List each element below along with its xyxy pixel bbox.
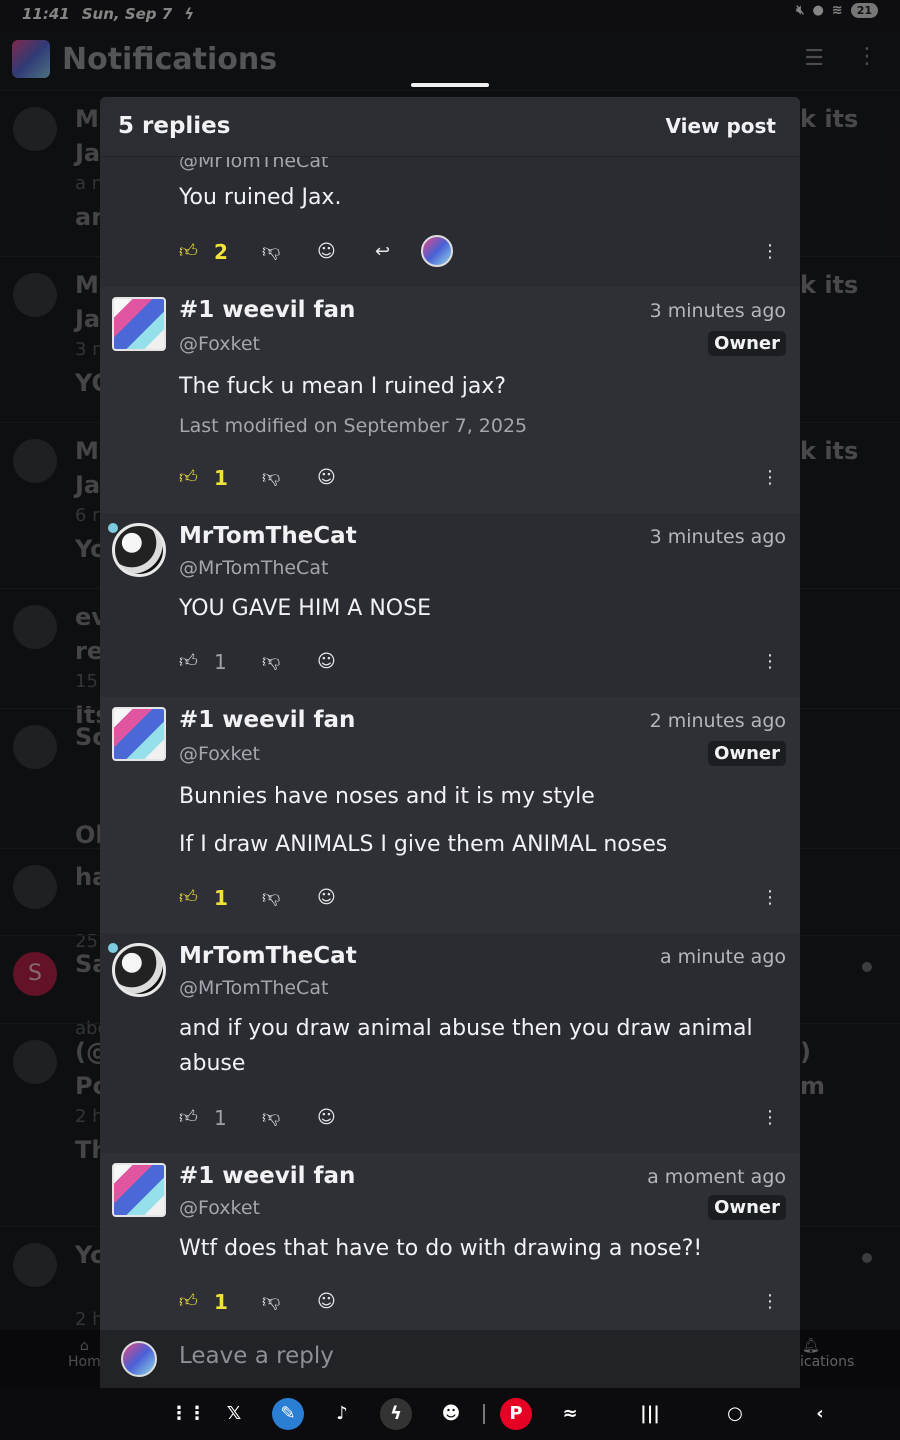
system-nav-bar: ⋮⋮ 𝕏 ✎ ♪ ϟ ☻ P ≈ ||| ○ ‹ xyxy=(0,1388,900,1440)
more-vertical-icon[interactable]: ⋮ xyxy=(761,883,779,913)
add-reaction-icon[interactable]: ☺ xyxy=(317,647,336,677)
like-count: 1 xyxy=(214,650,227,674)
recents-icon[interactable]: ||| xyxy=(634,1398,666,1430)
replies-count-title: 5 replies xyxy=(118,113,231,139)
like-count: 1 xyxy=(214,1290,228,1314)
sheet-drag-handle[interactable] xyxy=(411,83,489,87)
like-count: 1 xyxy=(214,1106,227,1130)
comment-body: If I draw ANIMALS I give them ANIMAL nos… xyxy=(179,832,668,857)
x-app-icon[interactable]: 𝕏 xyxy=(218,1398,250,1430)
view-post-button[interactable]: View post xyxy=(665,114,776,138)
flow-app-icon[interactable]: ≈ xyxy=(554,1398,586,1430)
dock-separator xyxy=(483,1404,485,1424)
more-vertical-icon[interactable]: ⋮ xyxy=(761,1287,779,1317)
more-vertical-icon[interactable]: ⋮ xyxy=(761,647,779,677)
owner-badge: Owner xyxy=(708,1195,786,1220)
last-modified-text: Last modified on September 7, 2025 xyxy=(179,415,528,437)
sheet-header: 5 replies View post xyxy=(100,97,800,157)
comment-time: a minute ago xyxy=(659,946,786,968)
back-icon[interactable]: ‹ xyxy=(804,1398,836,1430)
add-reaction-icon[interactable]: ☺ xyxy=(317,883,336,913)
thumbs-up-icon[interactable]: 👍︎ xyxy=(179,883,198,913)
comment: #1 weevil fan a moment ago @Foxket Owner… xyxy=(100,1153,800,1330)
comment-handle[interactable]: @MrTomTheCat xyxy=(179,157,328,172)
comment-author[interactable]: MrTomTheCat xyxy=(179,523,357,549)
comment-handle[interactable]: @Foxket xyxy=(179,1197,260,1219)
comment-time: 3 minutes ago xyxy=(649,300,786,322)
comment: #1 weevil fan 2 minutes ago @Foxket Owne… xyxy=(100,697,800,933)
avatar[interactable] xyxy=(112,707,166,761)
more-vertical-icon[interactable]: ⋮ xyxy=(761,463,779,493)
comment-actions: 👍︎ 2 👎︎ ☺ ↩ ⋮ xyxy=(179,235,789,267)
comment-handle[interactable]: @Foxket xyxy=(179,333,260,355)
thumbs-down-icon[interactable]: 👎︎ xyxy=(262,883,280,913)
my-avatar xyxy=(121,1341,157,1377)
owner-badge: Owner xyxy=(708,741,786,766)
comment-handle[interactable]: @Foxket xyxy=(179,743,260,765)
more-vertical-icon[interactable]: ⋮ xyxy=(761,237,779,267)
bolt-app-icon[interactable]: ϟ xyxy=(380,1398,412,1430)
comment-author[interactable]: #1 weevil fan xyxy=(179,707,355,733)
reactor-avatar[interactable] xyxy=(421,235,453,267)
avatar[interactable] xyxy=(112,297,166,351)
comment-actions: 👍︎ 1 👎︎ ☺ ⋮ xyxy=(179,883,789,913)
tiktok-app-icon[interactable]: ♪ xyxy=(326,1398,358,1430)
thumbs-down-icon[interactable]: 👎︎ xyxy=(262,1287,280,1317)
like-count: 2 xyxy=(214,240,228,264)
comment-body: Wtf does that have to do with drawing a … xyxy=(179,1236,703,1261)
comment-actions: 👍︎ 1 👎︎ ☺ ⋮ xyxy=(179,647,789,677)
comment-body: and if you draw animal abuse then you dr… xyxy=(179,1016,753,1076)
comment: #1 weevil fan 3 minutes ago @Foxket Owne… xyxy=(100,287,800,513)
comment-time: 2 minutes ago xyxy=(649,710,786,732)
thumbs-up-icon[interactable]: 👍︎ xyxy=(179,1287,198,1317)
more-vertical-icon[interactable]: ⋮ xyxy=(761,1103,779,1133)
home-button-icon[interactable]: ○ xyxy=(719,1398,751,1430)
add-reaction-icon[interactable]: ☺ xyxy=(317,1103,336,1133)
thumbs-down-icon[interactable]: 👎︎ xyxy=(262,1103,280,1133)
comment-author[interactable]: MrTomTheCat xyxy=(179,943,357,969)
thumbs-up-icon[interactable]: 👍︎ xyxy=(179,647,198,677)
pinterest-app-icon[interactable]: P xyxy=(500,1398,532,1430)
comment-actions: 👍︎ 1 👎︎ ☺ ⋮ xyxy=(179,1103,789,1133)
comment-author[interactable]: #1 weevil fan xyxy=(179,1163,355,1189)
ibis-paint-app-icon[interactable]: ✎ xyxy=(272,1398,304,1430)
thumbs-up-icon[interactable]: 👍︎ xyxy=(179,237,198,267)
comment-body: YOU GAVE HIM A NOSE xyxy=(179,596,431,621)
comment-body: Bunnies have noses and it is my style xyxy=(179,784,595,809)
avatar[interactable] xyxy=(112,523,166,577)
thumbs-down-icon[interactable]: 👎︎ xyxy=(262,463,280,493)
reply-composer[interactable]: Leave a reply xyxy=(100,1330,800,1388)
comment-time: a moment ago xyxy=(647,1166,786,1188)
comment-time: 3 minutes ago xyxy=(649,526,786,548)
like-count: 1 xyxy=(214,886,228,910)
comment: MrTomTheCat a minute ago @MrTomTheCat an… xyxy=(100,933,800,1153)
comment-author[interactable]: #1 weevil fan xyxy=(179,297,355,323)
like-count: 1 xyxy=(214,466,228,490)
app-drawer-icon[interactable]: ⋮⋮ xyxy=(170,1398,206,1430)
add-reaction-icon[interactable]: ☺ xyxy=(317,463,336,493)
comment-body: You ruined Jax. xyxy=(179,185,342,210)
avatar[interactable] xyxy=(112,1163,166,1217)
comment-handle[interactable]: @MrTomTheCat xyxy=(179,557,328,579)
comment: MrTomTheCat 3 minutes ago @MrTomTheCat Y… xyxy=(100,513,800,697)
comment: @MrTomTheCat You ruined Jax. 👍︎ 2 👎︎ ☺ ↩… xyxy=(100,157,800,287)
reply-thread[interactable]: @MrTomTheCat You ruined Jax. 👍︎ 2 👎︎ ☺ ↩… xyxy=(100,157,800,1330)
thumbs-up-icon[interactable]: 👍︎ xyxy=(179,463,198,493)
discord-app-icon[interactable]: ☻ xyxy=(435,1398,467,1430)
thumbs-down-icon[interactable]: 👎︎ xyxy=(262,237,280,267)
replies-sheet: 5 replies View post @MrTomTheCat You rui… xyxy=(100,97,800,1388)
comment-actions: 👍︎ 1 👎︎ ☺ ⋮ xyxy=(179,1287,789,1317)
avatar[interactable] xyxy=(112,943,166,997)
comment-handle[interactable]: @MrTomTheCat xyxy=(179,977,328,999)
comment-actions: 👍︎ 1 👎︎ ☺ ⋮ xyxy=(179,463,789,493)
add-reaction-icon[interactable]: ☺ xyxy=(317,237,336,267)
reply-icon[interactable]: ↩ xyxy=(375,237,390,267)
add-reaction-icon[interactable]: ☺ xyxy=(317,1287,336,1317)
comment-body: The fuck u mean I ruined jax? xyxy=(179,374,507,399)
reply-input[interactable]: Leave a reply xyxy=(179,1343,334,1369)
owner-badge: Owner xyxy=(708,331,786,356)
thumbs-up-icon[interactable]: 👍︎ xyxy=(179,1103,198,1133)
thumbs-down-icon[interactable]: 👎︎ xyxy=(262,647,280,677)
